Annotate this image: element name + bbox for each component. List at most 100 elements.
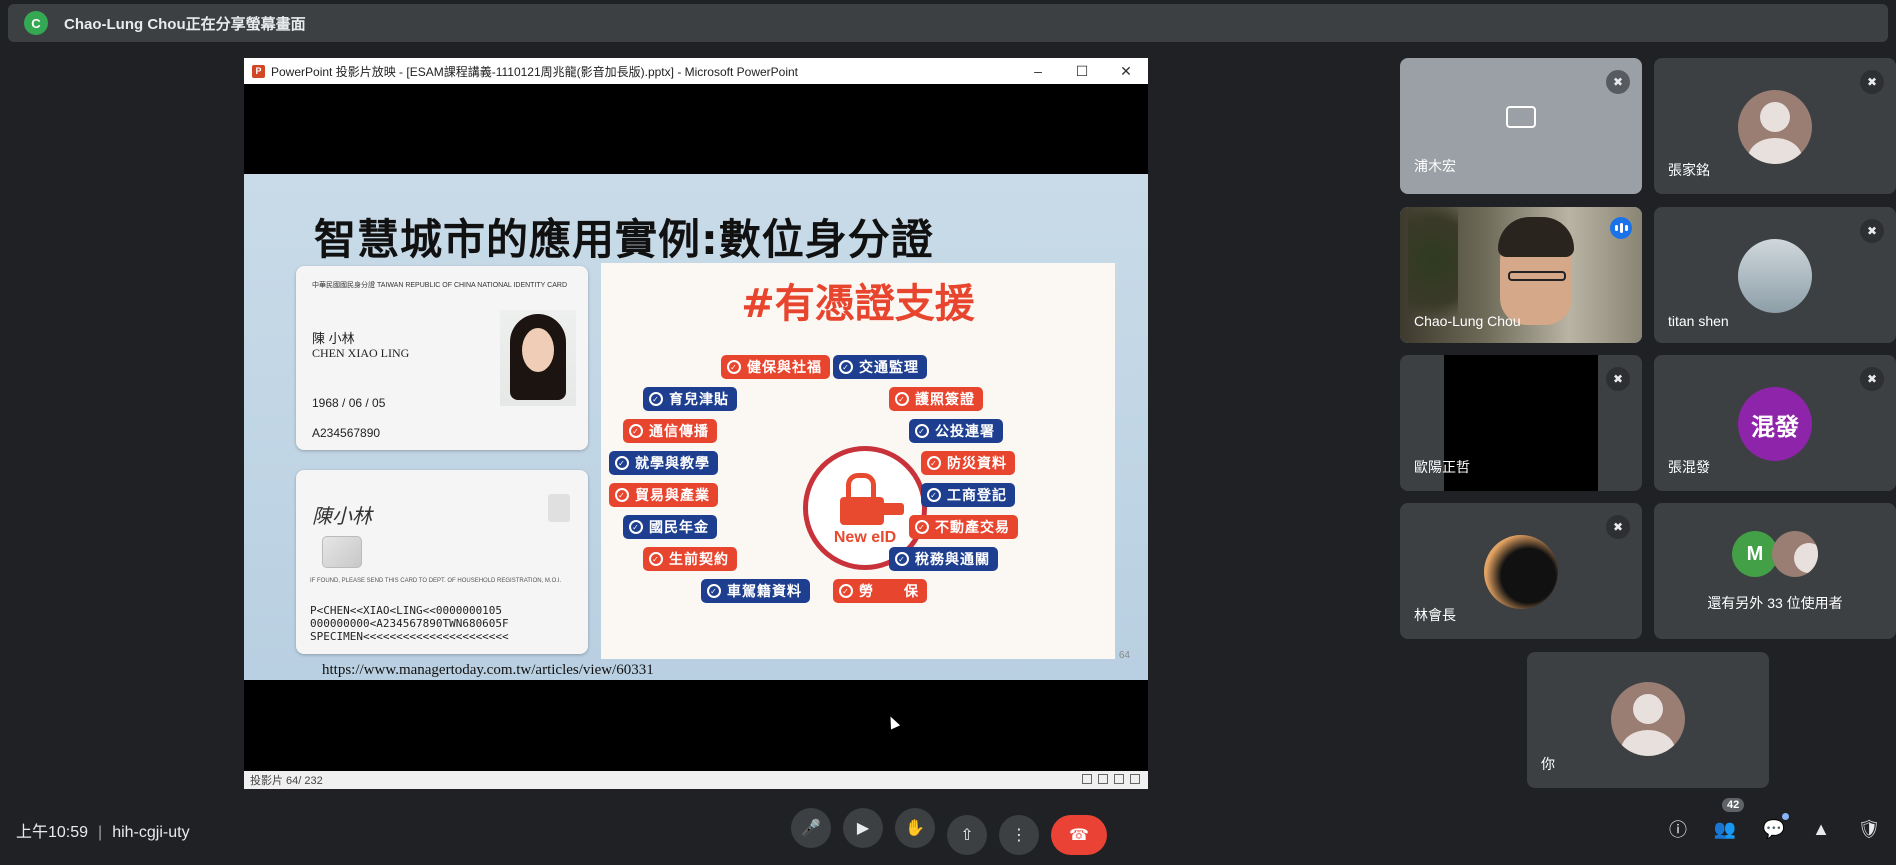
key-icon [874,503,904,515]
eid-service-pill: ✓ 國民年金 [623,515,717,539]
leave-call-button[interactable]: ☎ [1051,815,1107,855]
host-controls-button[interactable]: 🛡 [1856,816,1882,842]
service-label: 勞 保 [859,584,919,600]
participant-name: 還有另外 33 位使用者 [1707,595,1843,611]
source-url: https://www.managertoday.com.tw/articles… [322,662,654,678]
id-card-header: 中華民國國民身分證 TAIWAN REPUBLIC OF CHINA NATIO… [312,282,568,289]
mic-off-icon: ✖ [1860,219,1884,243]
service-label: 護照簽證 [915,392,975,408]
window-controls: – ☐ ✕ [1016,58,1148,84]
people-button[interactable]: 👥 [1712,816,1738,842]
chip-icon [322,536,362,568]
check-icon: ✓ [915,424,929,438]
service-label: 稅務與通關 [915,552,990,568]
avatar [1484,535,1558,609]
id-card-photo [500,310,576,406]
avatar [1772,531,1818,577]
slide-counter: 投影片 64/ 232 [250,775,323,787]
service-label: 國民年金 [649,520,709,536]
camera-off-icon [1506,106,1536,128]
new-eid-label: New eID [833,529,897,546]
reading-view-icon [1114,774,1124,784]
avatar: 混發 [1738,387,1812,461]
slideshow-view-icon [1130,774,1140,784]
eid-service-pill: ✓ 育兒津貼 [643,387,737,411]
id-card-signature: 陳小林 [312,504,372,528]
service-label: 通信傳播 [649,424,709,440]
participant-tile[interactable]: 混發 ✖ 張混發 [1654,355,1896,491]
id-card-back: 陳小林 IF FOUND, PLEASE SEND THIS CARD TO D… [296,470,588,654]
participant-name: 張家銘 [1668,162,1710,178]
participant-name: 林會長 [1414,607,1456,623]
service-label: 健保與社福 [747,360,822,376]
more-participants-tile[interactable]: M 還有另外 33 位使用者 [1654,503,1896,639]
check-icon: ✓ [629,424,643,438]
participant-tile[interactable]: ✖ 張家銘 [1654,58,1896,194]
check-icon: ✓ [727,360,741,374]
camera-button[interactable]: ▶ [843,808,883,848]
meeting-code: hih-cgji-uty [112,824,190,841]
participant-tile-speaking[interactable]: Chao-Lung Chou [1400,207,1642,343]
eid-service-pill: ✓ 稅務與通關 [889,547,998,571]
presenter-avatar: C [24,11,48,35]
check-icon: ✓ [915,520,929,534]
clock-time: 上午10:59 [16,824,89,841]
slide-title: 智慧城市的應用實例:數位身分證 [314,215,934,264]
microphone-icon: 🎤 [801,820,821,837]
present-button[interactable]: ⇧ [947,815,987,855]
slide: 智慧城市的應用實例:數位身分證 中華民國國民身分證 TAIWAN REPUBLI… [244,174,1148,680]
activities-button[interactable]: ▲ [1808,816,1834,842]
eid-service-pill: ✓ 交通監理 [833,355,927,379]
service-label: 育兒津貼 [669,392,729,408]
minimize-icon: – [1034,63,1042,79]
eid-service-pill: ✓ 貿易與產業 [609,483,718,507]
camera-icon: ▶ [856,820,870,837]
participant-name: 歐陽正哲 [1414,459,1470,475]
shared-screen: P PowerPoint 投影片放映 - [ESAM課程講義-1110121周兆… [244,58,1148,789]
close-icon: ✕ [1120,62,1132,79]
id-card-number: A234567890 [312,426,381,440]
participant-tile[interactable]: ✖ 浦木宏 [1400,58,1642,194]
meeting-controls-bar: 上午10:59 | hih-cgji-uty 🎤 ▶ ✋ ⇧ ⋮ ☎ ⓘ 👥 💬 ▲… [0,808,1896,865]
avatar [1611,682,1685,756]
more-options-button[interactable]: ⋮ [999,815,1039,855]
microphone-button[interactable]: 🎤 [791,808,831,848]
powerpoint-titlebar: P PowerPoint 投影片放映 - [ESAM課程講義-1110121周兆… [244,58,1148,84]
powerpoint-statusbar: 投影片 64/ 232 [244,771,1148,789]
avatar [1738,239,1812,313]
eid-service-pill: ✓ 公投連署 [909,419,1003,443]
service-label: 就學與教學 [635,456,710,472]
service-label: 不動產交易 [935,520,1010,536]
eid-service-pill: ✓ 勞 保 [833,579,927,603]
eid-service-pill: ✓ 護照簽證 [889,387,983,411]
mic-off-icon: ✖ [1860,367,1884,391]
service-label: 車駕籍資料 [727,584,802,600]
id-card-dob: 1968 / 06 / 05 [312,396,386,410]
eid-service-pill: ✓ 防災資料 [921,451,1015,475]
check-icon: ✓ [615,456,629,470]
self-tile[interactable]: 你 [1527,652,1769,788]
check-icon: ✓ [895,552,909,566]
participant-tile[interactable]: ✖ 林會長 [1400,503,1642,639]
check-icon: ✓ [649,552,663,566]
id-card-front: 中華民國國民身分證 TAIWAN REPUBLIC OF CHINA NATIO… [296,266,588,450]
mic-off-icon: ✖ [1606,515,1630,539]
raise-hand-button[interactable]: ✋ [895,808,935,848]
id-card-small-photo [548,494,570,522]
eid-hashtag: #有憑證支援 [741,281,975,327]
eid-service-pill: ✓ 車駕籍資料 [701,579,810,603]
powerpoint-icon: P [252,64,265,78]
participant-tile[interactable]: ✖ titan shen [1654,207,1896,343]
service-label: 工商登記 [947,488,1007,504]
participant-tile[interactable]: ✖ 歐陽正哲 [1400,355,1642,491]
meeting-details-button[interactable]: ⓘ [1665,816,1691,842]
screen-share-notice: Chao-Lung Chou正在分享螢幕畫面 [64,15,306,33]
participant-name: titan shen [1668,313,1729,329]
service-label: 生前契約 [669,552,729,568]
chat-button[interactable]: 💬 [1761,816,1787,842]
maximize-icon: ☐ [1075,62,1089,79]
participant-name: 浦木宏 [1414,158,1456,174]
window-title: PowerPoint 投影片放映 - [ESAM課程講義-1110121周兆龍(… [271,64,799,79]
service-label: 防災資料 [947,456,1007,472]
check-icon: ✓ [649,392,663,406]
